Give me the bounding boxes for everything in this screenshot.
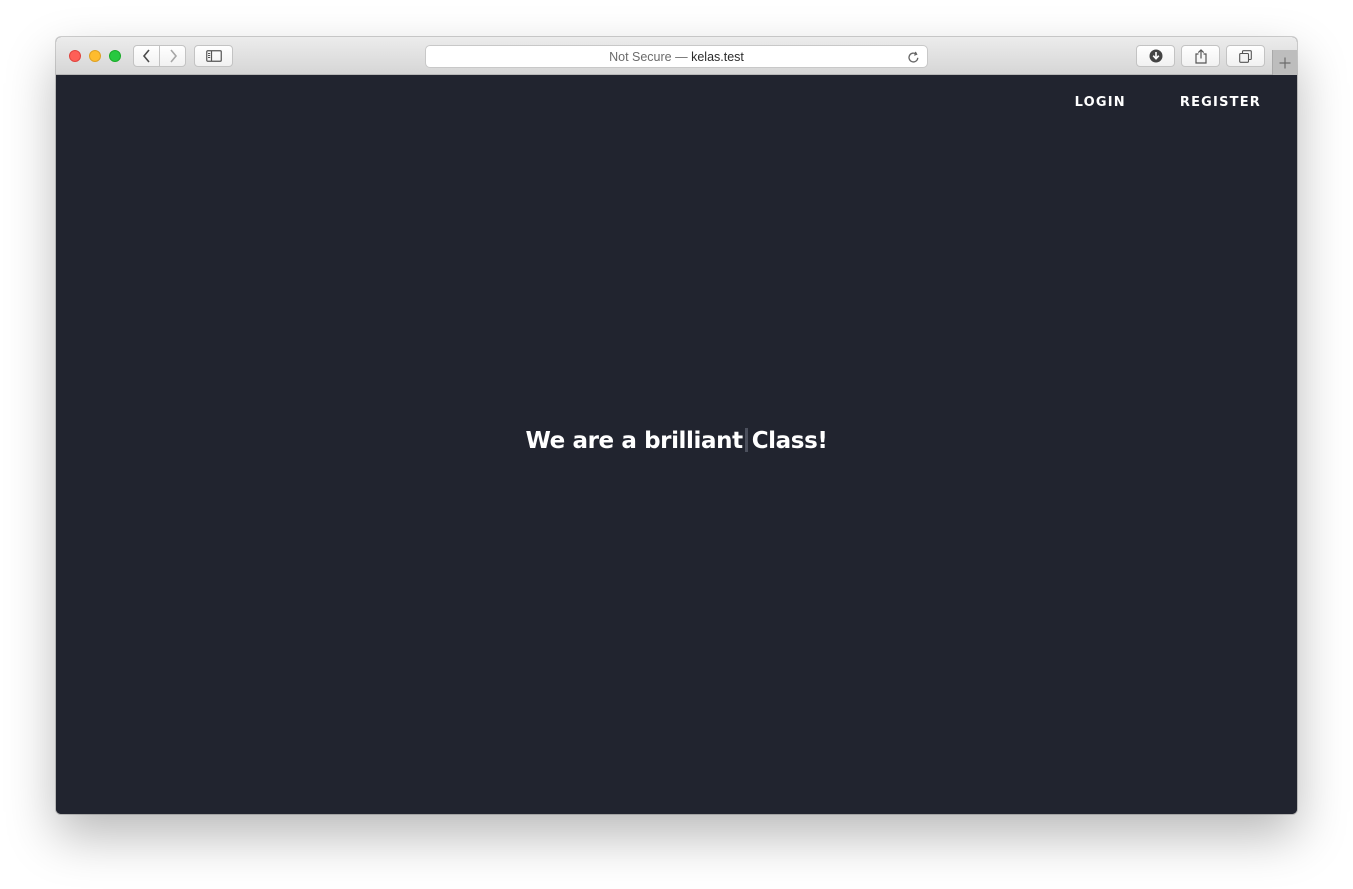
back-button[interactable] bbox=[134, 46, 159, 66]
download-icon bbox=[1149, 49, 1162, 63]
browser-window: Not Secure — kelas.test LOGIN REGISTER W… bbox=[56, 37, 1297, 814]
tabs-overview-button[interactable] bbox=[1226, 45, 1265, 67]
plus-icon bbox=[1279, 57, 1291, 68]
login-link[interactable]: LOGIN bbox=[1075, 95, 1126, 110]
chevron-left-icon bbox=[142, 49, 150, 63]
register-link[interactable]: REGISTER bbox=[1180, 95, 1261, 110]
maximize-window-button[interactable] bbox=[109, 50, 121, 62]
history-nav bbox=[133, 45, 186, 67]
close-window-button[interactable] bbox=[69, 50, 81, 62]
address-host: kelas.test bbox=[691, 49, 744, 64]
address-bar[interactable]: Not Secure — kelas.test bbox=[425, 45, 928, 68]
sidebar-icon bbox=[205, 50, 222, 62]
security-status: Not Secure — bbox=[609, 49, 688, 64]
hero-text-typed: We are a brilliant bbox=[525, 428, 744, 454]
minimize-window-button[interactable] bbox=[89, 50, 101, 62]
top-navigation: LOGIN REGISTER bbox=[1075, 95, 1261, 110]
hero-headline: We are a brilliant Class! bbox=[56, 428, 1297, 454]
sidebar-toggle-button[interactable] bbox=[194, 45, 233, 67]
chevron-right-icon bbox=[169, 49, 177, 63]
page-content: LOGIN REGISTER We are a brilliant Class! bbox=[56, 75, 1297, 814]
share-icon bbox=[1194, 48, 1207, 64]
share-button[interactable] bbox=[1181, 45, 1220, 67]
reload-icon bbox=[907, 51, 918, 63]
hero-text-end: Class! bbox=[751, 428, 828, 454]
forward-button[interactable] bbox=[159, 46, 185, 66]
tabs-overview-icon bbox=[1239, 49, 1252, 63]
reload-button[interactable] bbox=[905, 49, 921, 65]
browser-toolbar: Not Secure — kelas.test bbox=[56, 37, 1297, 75]
downloads-button[interactable] bbox=[1136, 45, 1175, 67]
new-tab-button[interactable] bbox=[1272, 50, 1297, 75]
typing-cursor bbox=[744, 428, 748, 452]
